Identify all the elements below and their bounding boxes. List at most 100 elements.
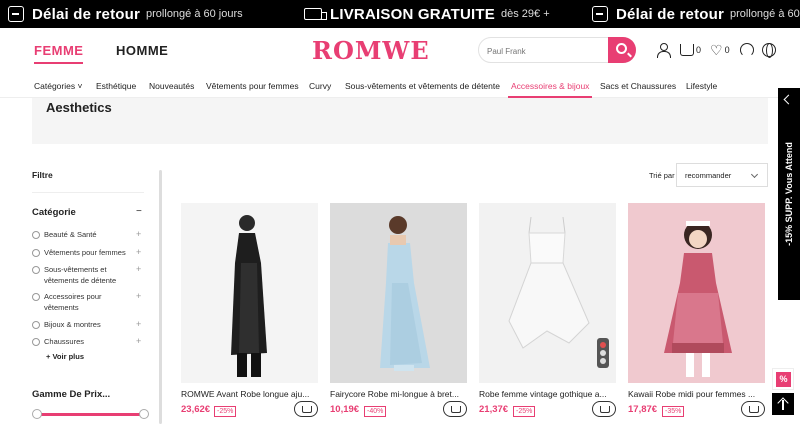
account-button[interactable] — [656, 42, 671, 58]
category-filter-title: Catégorie — [32, 207, 76, 218]
promo-return-right: Délai de retour prollongé à 60 jours — [592, 0, 800, 28]
expand-plus-icon[interactable]: + — [136, 291, 141, 302]
category-option-label: Chaussures — [44, 337, 85, 346]
nav-categories[interactable]: Catégories ˅ — [34, 81, 82, 91]
promo-bar: Délai de retour prollongé à 60 jours LIV… — [0, 0, 800, 28]
sort-label: Trié par — [649, 171, 675, 180]
discount-side-tab[interactable]: -15% SUPP. Vous Attend — [778, 88, 800, 300]
product-image[interactable] — [181, 203, 318, 383]
search-button[interactable] — [608, 37, 636, 63]
tab-homme[interactable]: HOMME — [116, 43, 168, 58]
nav-sacs-chaussures[interactable]: Sacs et Chaussures — [600, 81, 676, 91]
discount-badge: -25% — [214, 406, 237, 417]
discount-badge: -25% — [513, 406, 536, 417]
return-box-icon — [592, 6, 608, 22]
discount-badge: -35% — [662, 406, 685, 417]
expand-plus-icon[interactable]: + — [136, 247, 141, 258]
add-to-cart-button[interactable] — [741, 401, 765, 417]
divider — [32, 192, 144, 193]
radio-icon — [32, 293, 40, 301]
filter-title: Filtre — [32, 170, 53, 180]
promo-center-small: dès 29€ + — [501, 8, 550, 20]
nav-esthetique[interactable]: Esthétique — [96, 81, 136, 91]
see-more-categories-link[interactable]: + Voir plus — [46, 352, 84, 361]
coupon-button[interactable]: % — [772, 368, 794, 390]
price-range-title: Gamme De Prix... — [32, 389, 111, 400]
cart-count: 0 — [696, 45, 702, 55]
expand-plus-icon[interactable]: + — [136, 319, 141, 330]
nav-vetements-femmes[interactable]: Vêtements pour femmes — [206, 81, 299, 91]
nav-curvy[interactable]: Curvy — [309, 81, 331, 91]
radio-icon — [32, 266, 40, 274]
promo-return-left: Délai de retour prollongé à 60 jours — [8, 0, 243, 28]
truck-icon — [304, 8, 327, 20]
back-to-top-button[interactable] — [772, 393, 794, 415]
product-image[interactable] — [479, 203, 616, 383]
search-icon — [616, 43, 627, 54]
sidebar-scrollbar[interactable] — [159, 170, 162, 424]
return-box-icon — [8, 6, 24, 22]
product-image[interactable] — [628, 203, 765, 383]
product-name[interactable]: ROMWE Avant Robe longue aju... — [181, 389, 318, 399]
price-range-track[interactable] — [37, 413, 143, 416]
product-image[interactable] — [330, 203, 467, 383]
search-input[interactable] — [487, 43, 607, 59]
price-min-handle[interactable] — [32, 409, 42, 419]
product-name[interactable]: Fairycore Robe mi-longue à bret... — [330, 389, 467, 399]
promo-left-bold: Délai de retour — [32, 5, 141, 23]
product-price: 17,87€ — [628, 404, 658, 415]
add-to-cart-button[interactable] — [592, 401, 616, 417]
expand-plus-icon[interactable]: + — [136, 336, 141, 347]
category-banner: Aesthetics — [32, 98, 768, 144]
promo-right-bold: Délai de retour — [616, 5, 725, 23]
promo-left-small: prollongé à 60 jours — [146, 8, 243, 20]
wishlist-button[interactable]: ♡ 0 — [710, 42, 730, 58]
category-option-label: Accessoires pour vêtements — [44, 292, 102, 312]
cart-button[interactable]: 0 — [680, 42, 701, 58]
cart-icon — [680, 44, 694, 56]
expand-plus-icon[interactable]: + — [136, 264, 141, 275]
category-option-label: Beauté & Santé — [44, 230, 97, 239]
product-card[interactable]: Kawaii Robe midi pour femmes ... 17,87€ … — [628, 203, 765, 424]
discount-badge: -40% — [364, 406, 387, 417]
site-header: FEMME HOMME ROMWE 0 ♡ 0 — [0, 28, 800, 74]
product-card[interactable]: Robe femme vintage gothique a... 21,37€ … — [479, 203, 616, 424]
category-option-label: Sous-vêtements et vêtements de détente — [44, 265, 117, 285]
chevron-down-icon — [750, 170, 759, 179]
heart-icon: ♡ — [710, 42, 723, 58]
product-price: 23,62€ — [181, 404, 211, 415]
nav-sous-vetements[interactable]: Sous-vêtements et vêtements de détente — [345, 81, 500, 91]
price-max-handle[interactable] — [139, 409, 149, 419]
wishlist-count: 0 — [724, 45, 730, 55]
collapse-category-button[interactable]: − — [136, 206, 142, 217]
radio-icon — [32, 321, 40, 329]
nav-lifestyle[interactable]: Lifestyle — [686, 81, 717, 91]
product-price: 21,37€ — [479, 404, 509, 415]
percent-icon: % — [776, 372, 791, 387]
product-name[interactable]: Kawaii Robe midi pour femmes ... — [628, 389, 765, 399]
chevron-left-icon — [783, 94, 794, 105]
site-logo[interactable]: ROMWE — [312, 36, 430, 65]
radio-icon — [32, 231, 40, 239]
product-card[interactable]: ROMWE Avant Robe longue aju... 23,62€ -2… — [181, 203, 318, 424]
tab-femme[interactable]: FEMME — [34, 43, 84, 64]
category-option-label: Bijoux & montres — [44, 320, 101, 329]
nav-accessoires-bijoux[interactable]: Accessoires & bijoux — [507, 81, 593, 98]
discount-side-tab-label: -15% SUPP. Vous Attend — [784, 142, 794, 246]
category-nav: Catégories ˅ Esthétique Nouveautés Vêtem… — [0, 74, 800, 98]
expand-plus-icon[interactable]: + — [136, 229, 141, 240]
globe-icon — [762, 43, 776, 58]
nav-categories-label: Catégories — [34, 81, 76, 91]
language-button[interactable] — [762, 42, 776, 58]
product-card[interactable]: Fairycore Robe mi-longue à bret... 10,19… — [330, 203, 467, 424]
arrow-up-icon-stem — [782, 400, 784, 410]
support-button[interactable] — [740, 42, 754, 58]
nav-nouveautes[interactable]: Nouveautés — [149, 81, 194, 91]
promo-right-small: prollongé à 60 jours — [730, 8, 800, 20]
sort-value: recommander — [685, 171, 732, 180]
add-to-cart-button[interactable] — [443, 401, 467, 417]
add-to-cart-button[interactable] — [294, 401, 318, 417]
sort-select[interactable]: recommander — [676, 163, 768, 187]
page-title: Aesthetics — [46, 100, 112, 115]
product-name[interactable]: Robe femme vintage gothique a... — [479, 389, 616, 399]
